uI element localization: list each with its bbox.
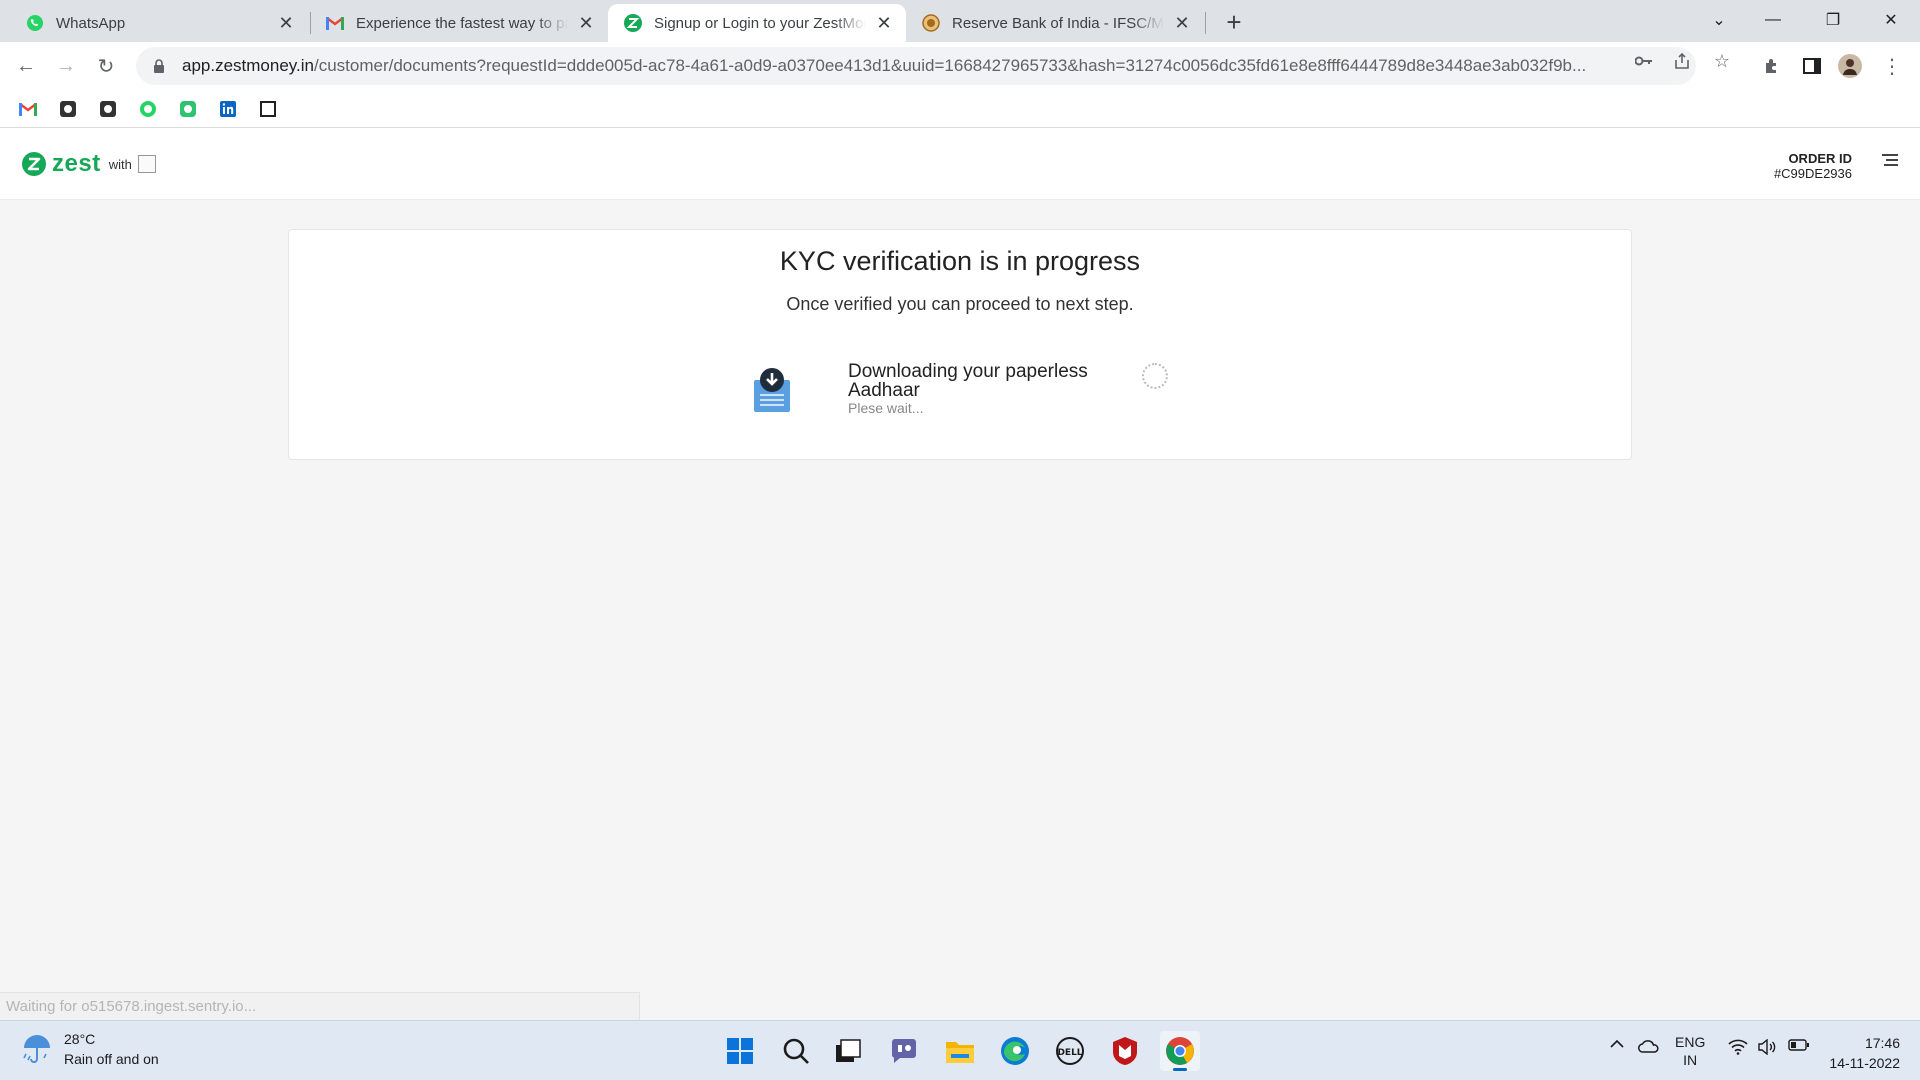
back-button[interactable]: ← bbox=[10, 50, 42, 82]
restore-button[interactable]: ❐ bbox=[1810, 0, 1856, 40]
search-icon[interactable] bbox=[776, 1031, 816, 1071]
tab-gmail[interactable]: Experience the fastest way to pay ✕ bbox=[310, 4, 608, 42]
windows-start-icon[interactable] bbox=[720, 1031, 760, 1071]
close-tab-icon[interactable]: ✕ bbox=[874, 13, 894, 33]
active-indicator bbox=[1173, 1068, 1187, 1071]
language-primary: ENG bbox=[1675, 1034, 1706, 1050]
teams-chat-icon[interactable] bbox=[884, 1031, 924, 1071]
zest-icon bbox=[624, 14, 642, 32]
tab-zestmoney[interactable]: Signup or Login to your ZestMoney ✕ bbox=[608, 4, 906, 42]
mcafee-icon[interactable] bbox=[1105, 1031, 1145, 1071]
tab-title: Experience the fastest way to pay bbox=[356, 14, 568, 32]
tab-rbi[interactable]: Reserve Bank of India - IFSC/MICR ✕ bbox=[906, 4, 1204, 42]
language-secondary: IN bbox=[1683, 1052, 1698, 1068]
page-content: zest with ORDER ID #C99DE2936 KYC verifi… bbox=[0, 128, 1920, 1021]
url-text: app.zestmoney.in/customer/documents?requ… bbox=[182, 56, 1587, 75]
share-icon[interactable] bbox=[1672, 51, 1692, 71]
file-explorer-icon[interactable] bbox=[940, 1031, 980, 1071]
rbi-icon bbox=[922, 14, 940, 32]
close-tab-icon[interactable]: ✕ bbox=[276, 13, 296, 33]
profile-avatar[interactable] bbox=[1838, 54, 1862, 78]
browser-toolbar: ← → ↻ app.zestmoney.in/customer/document… bbox=[0, 42, 1920, 90]
task-view-icon[interactable] bbox=[828, 1031, 868, 1071]
tab-whatsapp[interactable]: WhatsApp ✕ bbox=[10, 4, 308, 42]
extensions-icon[interactable] bbox=[1760, 54, 1784, 78]
edge-icon[interactable] bbox=[995, 1031, 1035, 1071]
chrome-taskbar-icon[interactable] bbox=[1160, 1031, 1200, 1071]
chrome-menu-icon[interactable]: ⋮ bbox=[1880, 54, 1904, 78]
svg-text:DELL: DELL bbox=[1057, 1048, 1082, 1058]
tab-search-icon[interactable]: ⌄ bbox=[1696, 0, 1742, 40]
step-title: Downloading your paperless Aadhaar bbox=[848, 361, 1088, 401]
tab-strip: WhatsApp ✕ Experience the fastest way to… bbox=[0, 0, 1920, 42]
whatsapp-bookmark-icon[interactable] bbox=[137, 98, 159, 120]
wifi-icon[interactable] bbox=[1728, 1039, 1748, 1055]
zest-logo[interactable]: zest with bbox=[22, 150, 156, 178]
with-label: with bbox=[108, 156, 132, 172]
zest-logo-icon bbox=[22, 152, 46, 176]
lock-icon[interactable] bbox=[150, 59, 168, 73]
tab-title: Signup or Login to your ZestMoney bbox=[654, 14, 866, 32]
battery-icon[interactable] bbox=[1788, 1039, 1810, 1051]
kyc-card: KYC verification is in progress Once ver… bbox=[288, 229, 1632, 460]
extension-bookmark-icon[interactable] bbox=[97, 98, 119, 120]
minimize-button[interactable]: — bbox=[1750, 0, 1796, 40]
bookmark-star-icon[interactable]: ☆ bbox=[1712, 51, 1732, 71]
gmail-bookmark-icon[interactable] bbox=[17, 98, 39, 120]
menu-icon[interactable] bbox=[1882, 154, 1898, 168]
blank-bookmark-icon[interactable] bbox=[257, 98, 279, 120]
tab-title: Reserve Bank of India - IFSC/MICR bbox=[952, 14, 1164, 32]
new-tab-button[interactable]: + bbox=[1220, 7, 1248, 37]
order-info: ORDER ID #C99DE2936 bbox=[1774, 151, 1852, 181]
download-document-icon bbox=[754, 368, 790, 412]
address-bar[interactable]: app.zestmoney.in/customer/documents?requ… bbox=[136, 47, 1696, 85]
step-subtitle: Plese wait... bbox=[848, 400, 924, 416]
close-window-button[interactable]: ✕ bbox=[1868, 0, 1914, 40]
extension-bookmark-icon[interactable] bbox=[57, 98, 79, 120]
green-bookmark-icon[interactable] bbox=[177, 98, 199, 120]
tab-separator bbox=[1205, 12, 1206, 34]
linkedin-bookmark-icon[interactable] bbox=[217, 98, 239, 120]
page-title: KYC verification is in progress bbox=[779, 246, 1141, 276]
onedrive-icon[interactable] bbox=[1638, 1039, 1660, 1053]
close-tab-icon[interactable]: ✕ bbox=[576, 13, 596, 33]
close-tab-icon[interactable]: ✕ bbox=[1172, 13, 1192, 33]
gmail-icon bbox=[326, 14, 344, 32]
weather-widget[interactable]: 28°C Rain off and on bbox=[20, 1029, 159, 1069]
page-subtitle: Once verified you can proceed to next st… bbox=[786, 294, 1134, 314]
volume-icon[interactable] bbox=[1757, 1039, 1777, 1055]
key-icon[interactable] bbox=[1634, 51, 1654, 71]
brand-name: zest bbox=[52, 150, 101, 177]
order-id-label: ORDER ID bbox=[1788, 151, 1852, 166]
tab-title: WhatsApp bbox=[56, 14, 126, 32]
partner-logo-image bbox=[137, 155, 156, 173]
side-panel-icon[interactable] bbox=[1800, 54, 1824, 78]
rain-umbrella-icon bbox=[23, 1035, 50, 1063]
clock-time: 17:46 bbox=[1864, 1035, 1900, 1051]
status-bubble: Waiting for o515678.ingest.sentry.io... bbox=[0, 992, 640, 1020]
bookmarks-bar bbox=[0, 90, 1920, 128]
loading-spinner bbox=[1142, 363, 1168, 389]
taskbar: 28°C Rain off and on DELL ENG IN 17:46 1… bbox=[0, 1020, 1920, 1080]
language-indicator[interactable]: ENG IN bbox=[1675, 1033, 1705, 1069]
weather-condition: Rain off and on bbox=[64, 1051, 159, 1067]
temperature: 28°C bbox=[64, 1031, 96, 1047]
order-id-value: #C99DE2936 bbox=[1773, 166, 1852, 181]
app-header: zest with ORDER ID #C99DE2936 bbox=[0, 128, 1920, 200]
reload-button[interactable]: ↻ bbox=[90, 50, 122, 82]
clock-date: 14-11-2022 bbox=[1829, 1055, 1900, 1071]
whatsapp-icon bbox=[26, 14, 44, 32]
forward-button[interactable]: → bbox=[50, 50, 82, 82]
system-clock[interactable]: 17:46 14-11-2022 bbox=[1829, 1033, 1900, 1073]
dell-icon[interactable]: DELL bbox=[1050, 1031, 1090, 1071]
show-hidden-icons[interactable] bbox=[1609, 1039, 1625, 1049]
